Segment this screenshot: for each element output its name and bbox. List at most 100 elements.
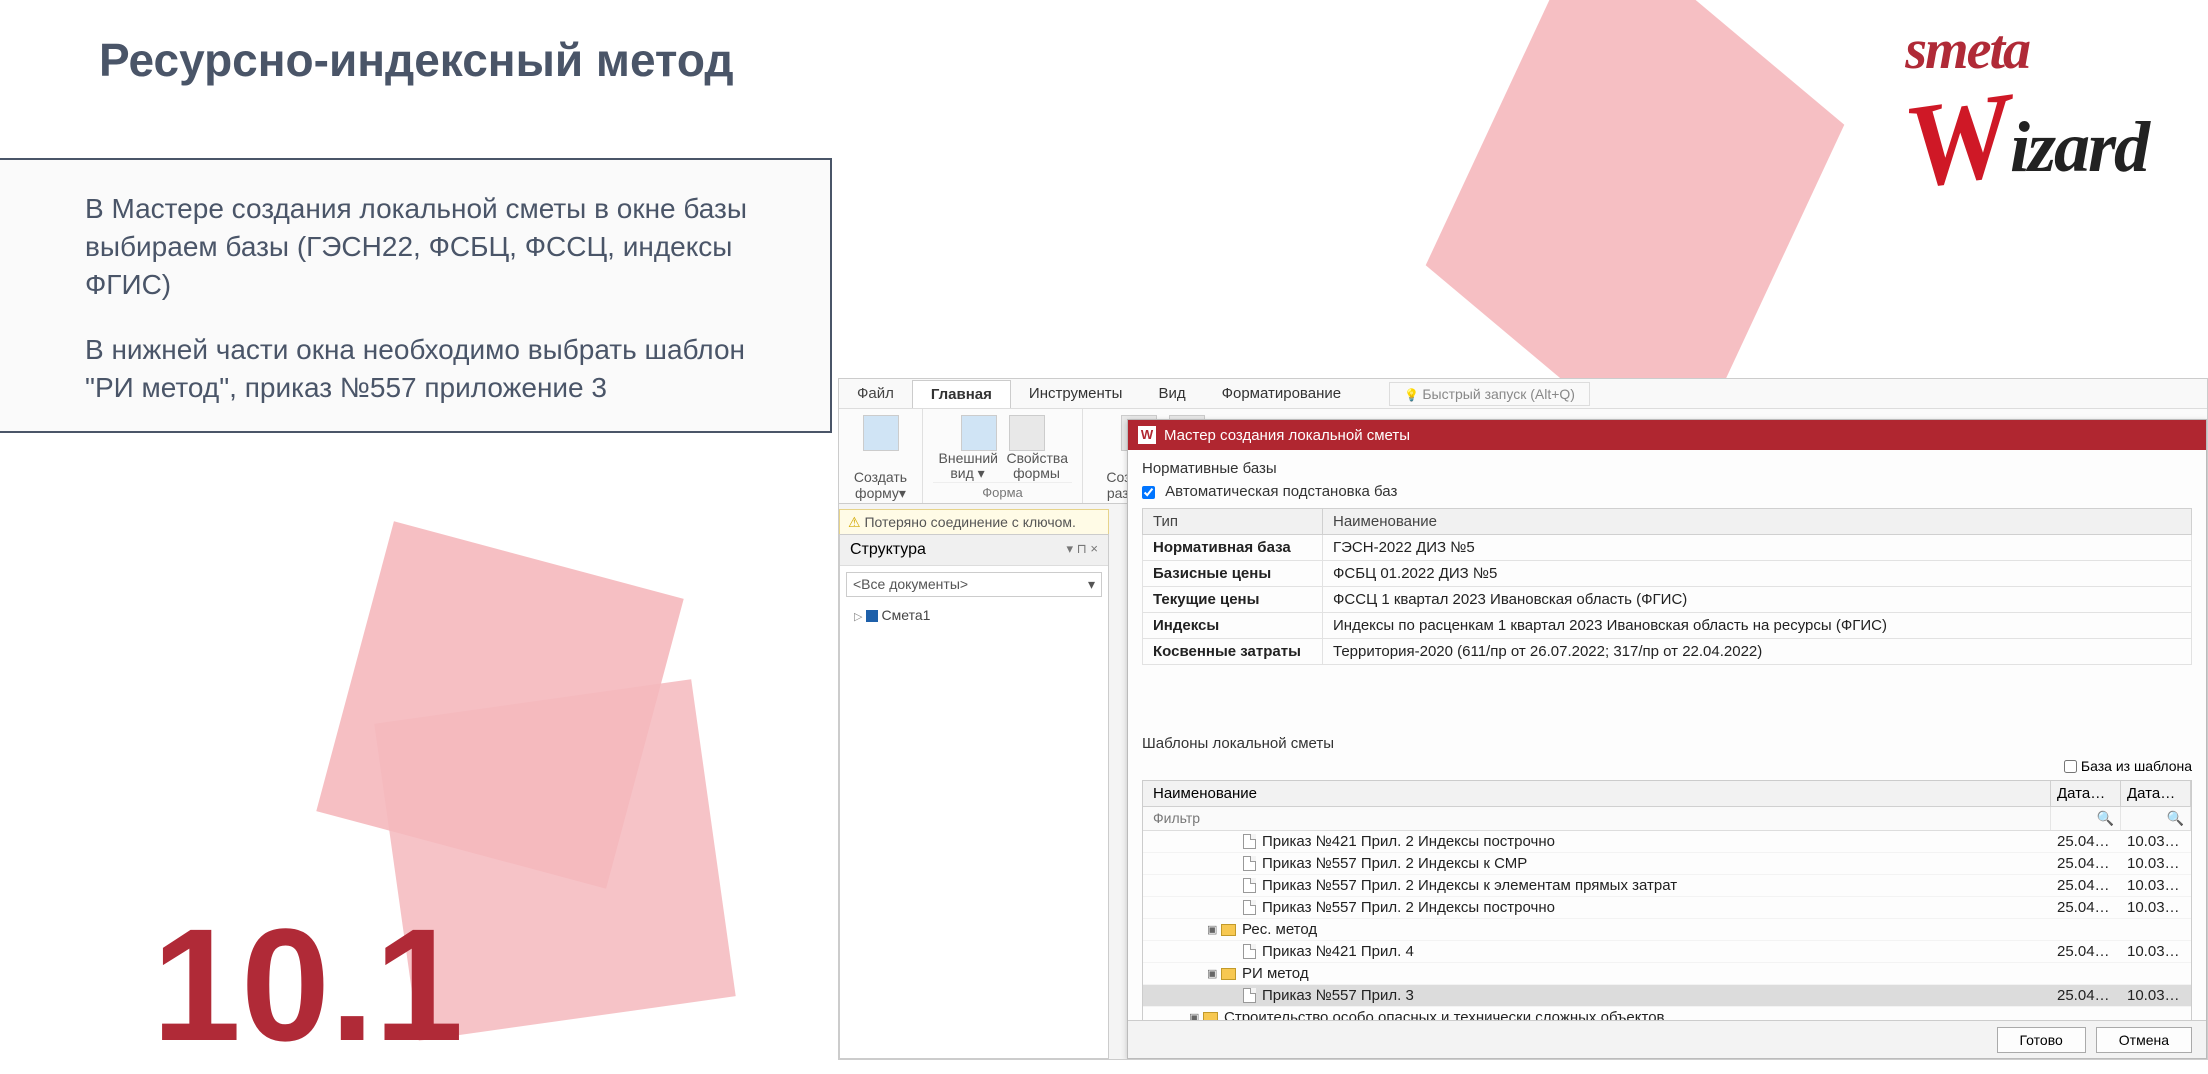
dialog-footer: Готово Отмена (1128, 1020, 2206, 1058)
slide-title: Ресурсно-индексный метод (99, 33, 734, 87)
template-date2: 10.03… (2121, 941, 2191, 962)
structure-title-text: Структура (850, 541, 926, 559)
templates-group-label: Шаблоны локальной сметы (1142, 735, 2192, 752)
dialog-title-text: Мастер создания локальной сметы (1164, 427, 1410, 444)
toolbar-section-form: Форма (933, 482, 1072, 502)
template-date1: 25.04… (2051, 941, 2121, 962)
tab-file[interactable]: Файл (839, 380, 912, 407)
structure-tree: Смета1 (840, 603, 1108, 627)
template-date1: 25.04… (2051, 875, 2121, 896)
base-from-template-checkbox[interactable] (2064, 760, 2077, 773)
template-date2: 10.03… (2121, 985, 2191, 1006)
tree-toggle-icon[interactable]: ▣ (1207, 967, 1217, 980)
smeta-icon (866, 610, 878, 622)
structure-combo-caret: ▾ (1088, 576, 1095, 593)
template-item[interactable]: Приказ №421 Прил. 425.04…10.03… (1143, 941, 2191, 963)
structure-panel: Структура ▾ ⊓ × <Все документы> ▾ Смета1 (839, 534, 1109, 1059)
logo-w-letter: W (1896, 65, 2019, 216)
template-item[interactable]: Приказ №557 Прил. 3 25.04…10.03… (1143, 985, 2191, 1007)
filter-mag-1[interactable]: 🔍 (2051, 807, 2121, 830)
file-icon (1243, 834, 1256, 849)
filter-input[interactable]: Фильтр (1143, 807, 2051, 830)
folder-icon (1221, 968, 1236, 980)
template-date1: 25.04… (2051, 897, 2121, 918)
form-props-label: Свойства формы (1007, 451, 1067, 482)
tab-format[interactable]: Форматирование (1204, 380, 1360, 407)
bases-row[interactable]: Текущие ценыФССЦ 1 квартал 2023 Ивановск… (1143, 587, 2192, 613)
slide-number: 10.1 (152, 905, 463, 1065)
bases-row[interactable]: ИндексыИндексы по расценкам 1 квартал 20… (1143, 613, 2192, 639)
base-from-template-label: База из шаблона (2081, 758, 2192, 774)
tmpl-th-date2: Дата… (2121, 781, 2191, 806)
template-date1: 25.04… (2051, 831, 2121, 852)
template-item[interactable]: Приказ №557 Прил. 2 Индексы построчно 25.… (1143, 897, 2191, 919)
template-date2: 10.03… (2121, 897, 2191, 918)
template-label: Приказ №557 Прил. 2 Индексы к СМР (1262, 855, 1527, 872)
tree-toggle-icon[interactable]: ▣ (1207, 923, 1217, 936)
file-icon (1243, 856, 1256, 871)
tree-node-label: Смета1 (882, 607, 931, 623)
file-icon (1243, 878, 1256, 893)
description-box: В Мастере создания локальной сметы в окн… (0, 158, 832, 433)
template-item[interactable]: Приказ №557 Прил. 2 Индексы к СМР 25.04…1… (1143, 853, 2191, 875)
ready-button[interactable]: Готово (1997, 1027, 2086, 1053)
logo-izard-text: izard (2010, 107, 2148, 187)
template-item[interactable]: Приказ №557 Прил. 2 Индексы к элементам … (1143, 875, 2191, 897)
bases-cell-type: Индексы (1143, 613, 1323, 639)
template-date1 (2051, 963, 2121, 984)
structure-combo[interactable]: <Все документы> ▾ (846, 572, 1102, 597)
bases-cell-name: ФСБЦ 01.2022 ДИЗ №5 (1323, 561, 2192, 587)
app-window: Файл Главная Инструменты Вид Форматирова… (838, 378, 2208, 1060)
template-item[interactable]: Приказ №421 Прил. 2 Индексы построчно 25.… (1143, 831, 2191, 853)
tab-tools[interactable]: Инструменты (1011, 380, 1141, 407)
bases-cell-name: Индексы по расценкам 1 квартал 2023 Иван… (1323, 613, 2192, 639)
template-label: Приказ №557 Прил. 2 Индексы построчно (1262, 899, 1555, 916)
bases-cell-name: Территория-2020 (611/пр от 26.07.2022; 3… (1323, 639, 2192, 665)
bases-cell-name: ГЭСН-2022 ДИЗ №5 (1323, 535, 2192, 561)
templates-table: Наименование Дата… Дата… Фильтр 🔍 🔍 Прик… (1142, 780, 2192, 1057)
bases-row[interactable]: Нормативная базаГЭСН-2022 ДИЗ №5 (1143, 535, 2192, 561)
template-date2: 10.03… (2121, 831, 2191, 852)
bases-cell-type: Базисные цены (1143, 561, 1323, 587)
template-folder[interactable]: ▣Рес. метод (1143, 919, 2191, 941)
template-label: РИ метод (1242, 965, 1309, 982)
create-form-icon[interactable] (863, 415, 899, 451)
structure-combo-value: <Все документы> (853, 576, 968, 593)
logo: smeta Wizard (1905, 18, 2148, 200)
structure-panel-controls[interactable]: ▾ ⊓ × (1067, 541, 1098, 559)
tab-view[interactable]: Вид (1140, 380, 1203, 407)
template-date1 (2051, 919, 2121, 940)
ribbon-tabs: Файл Главная Инструменты Вид Форматирова… (839, 379, 2207, 409)
logo-izard: Wizard (1905, 62, 2148, 200)
template-date2: 10.03… (2121, 853, 2191, 874)
template-date2 (2121, 963, 2191, 984)
dialog-app-icon: W (1138, 426, 1156, 444)
template-label: Приказ №421 Прил. 2 Индексы построчно (1262, 833, 1555, 850)
template-folder[interactable]: ▣ РИ метод (1143, 963, 2191, 985)
bases-cell-type: Текущие цены (1143, 587, 1323, 613)
bases-row[interactable]: Базисные ценыФСБЦ 01.2022 ДИЗ №5 (1143, 561, 2192, 587)
form-props-icon[interactable] (1009, 415, 1045, 451)
tmpl-th-name: Наименование (1143, 781, 2051, 806)
tmpl-th-date1: Дата… (2051, 781, 2121, 806)
dialog-titlebar: W Мастер создания локальной сметы (1128, 420, 2206, 450)
bases-cell-type: Нормативная база (1143, 535, 1323, 561)
file-icon (1243, 988, 1256, 1003)
folder-icon (1221, 924, 1236, 936)
quick-launch-input[interactable]: Быстрый запуск (Alt+Q) (1389, 382, 1590, 406)
cancel-button[interactable]: Отмена (2096, 1027, 2192, 1053)
template-label: Приказ №557 Прил. 2 Индексы к элементам … (1262, 877, 1677, 894)
template-label: Приказ №557 Прил. 3 (1262, 987, 1414, 1004)
auto-subst-label: Автоматическая подстановка баз (1165, 483, 1397, 500)
tab-home[interactable]: Главная (912, 380, 1011, 408)
template-date2 (2121, 919, 2191, 940)
template-date1: 25.04… (2051, 853, 2121, 874)
filter-mag-2[interactable]: 🔍 (2121, 807, 2191, 830)
bases-row[interactable]: Косвенные затратыТерритория-2020 (611/пр… (1143, 639, 2192, 665)
base-from-template-checkbox-wrap[interactable]: База из шаблона (2064, 758, 2192, 774)
template-date1: 25.04… (2051, 985, 2121, 1006)
ext-view-icon[interactable] (961, 415, 997, 451)
auto-subst-checkbox[interactable] (1142, 486, 1155, 499)
tree-node-smeta1[interactable]: Смета1 (854, 607, 1094, 623)
desc-paragraph-1: В Мастере создания локальной сметы в окн… (85, 190, 790, 303)
